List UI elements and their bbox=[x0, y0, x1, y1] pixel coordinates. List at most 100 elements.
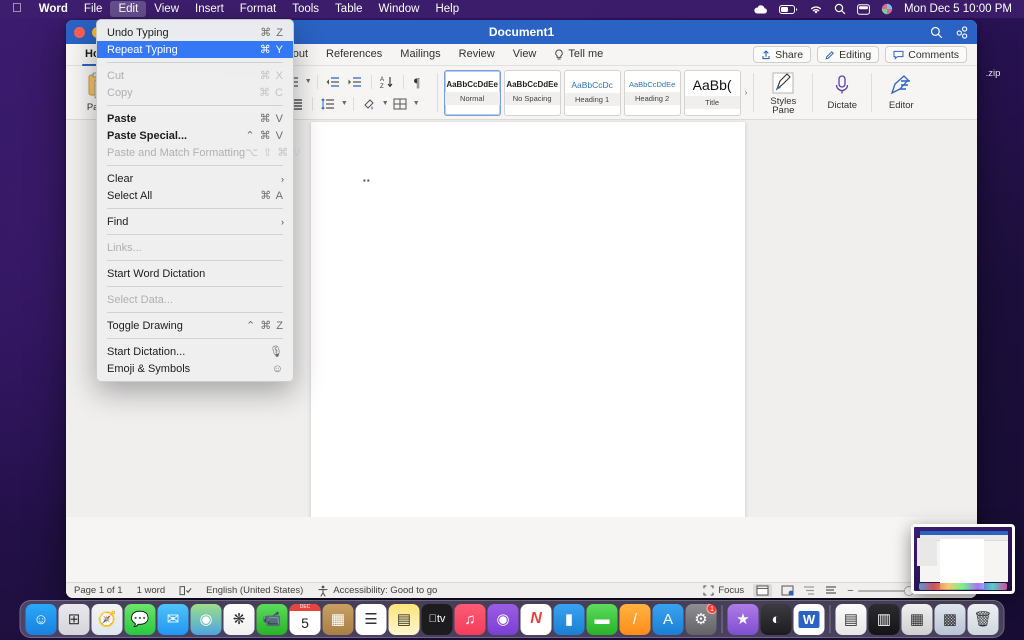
menu-help[interactable]: Help bbox=[427, 1, 467, 17]
menu-table[interactable]: Table bbox=[327, 1, 371, 17]
control-center-icon[interactable] bbox=[857, 3, 870, 15]
styles-chevron-right-icon[interactable]: › bbox=[745, 88, 748, 97]
menu-window[interactable]: Window bbox=[371, 1, 428, 17]
menu-item-start-dictation[interactable]: Start Dictation... 🎙 bbox=[97, 343, 293, 360]
menu-bar-clock[interactable]: Mon Dec 5 10:00 PM bbox=[904, 3, 1012, 15]
dock-item-music[interactable]: ♫ bbox=[454, 603, 486, 635]
menu-item-start-word-dictation[interactable]: Start Word Dictation bbox=[97, 265, 293, 282]
dock-item-quicktime-player[interactable]: ◐ bbox=[760, 603, 792, 635]
language-indicator[interactable]: English (United States) bbox=[206, 585, 303, 596]
proofing-icon[interactable] bbox=[179, 585, 192, 596]
close-button[interactable] bbox=[74, 26, 85, 38]
dock-item-news[interactable]: N bbox=[520, 603, 552, 635]
menu-item-select-all[interactable]: Select All ⌘ A bbox=[97, 187, 293, 204]
comments-button[interactable]: Comments bbox=[885, 46, 967, 63]
dock-item-document-file[interactable]: ▤ bbox=[835, 603, 867, 635]
collaborate-icon[interactable] bbox=[955, 25, 969, 39]
sort-az-icon[interactable]: AZ bbox=[377, 72, 398, 92]
screenshot-preview-thumbnail[interactable] bbox=[911, 524, 1015, 594]
style-no-spacing[interactable]: AaBbCcDdEe No Spacing bbox=[503, 69, 561, 116]
styles-pane-button[interactable]: Styles Pane bbox=[761, 68, 805, 118]
wifi-icon[interactable] bbox=[809, 4, 823, 15]
borders-chevron-down-icon[interactable]: ▼ bbox=[413, 100, 420, 107]
dock-item-messages[interactable]: 💬 bbox=[124, 603, 156, 635]
dock-item-contacts[interactable]: ▦ bbox=[322, 603, 354, 635]
tab-references[interactable]: References bbox=[317, 44, 391, 66]
draft-view-icon[interactable] bbox=[825, 585, 838, 596]
dock-item-safari[interactable]: 🧭 bbox=[91, 603, 123, 635]
word-count[interactable]: 1 word bbox=[137, 585, 166, 596]
zoom-out-icon[interactable]: − bbox=[847, 585, 853, 597]
dock-item-calendar[interactable]: DEC 5 bbox=[289, 603, 321, 635]
dock-item-pages[interactable]: / bbox=[619, 603, 651, 635]
tab-mailings[interactable]: Mailings bbox=[391, 44, 449, 66]
tab-view[interactable]: View bbox=[504, 44, 546, 66]
menu-item-toggle-drawing[interactable]: Toggle Drawing ⌃ ⌘ Z bbox=[97, 317, 293, 334]
dock-item-system-settings[interactable]: ⚙ 1 bbox=[685, 603, 717, 635]
tab-tell-me[interactable]: Tell me bbox=[545, 44, 612, 66]
menu-tools[interactable]: Tools bbox=[284, 1, 327, 17]
editing-button[interactable]: Editing bbox=[817, 46, 880, 63]
dock-item-keynote[interactable]: ▮ bbox=[553, 603, 585, 635]
menu-word[interactable]: Word bbox=[31, 1, 76, 17]
dock-item-launchpad[interactable]: ⊞ bbox=[58, 603, 90, 635]
outline-view-icon[interactable] bbox=[803, 585, 816, 596]
menu-insert[interactable]: Insert bbox=[187, 1, 232, 17]
menu-item-find[interactable]: Find › bbox=[97, 213, 293, 230]
print-layout-view-icon[interactable] bbox=[753, 584, 773, 597]
dock-item-numbers[interactable]: ▬ bbox=[586, 603, 618, 635]
dock-item-podcasts[interactable]: ◉ bbox=[487, 603, 519, 635]
borders-icon[interactable] bbox=[390, 94, 411, 114]
menu-format[interactable]: Format bbox=[232, 1, 284, 17]
style-title[interactable]: AaBb( Title bbox=[683, 69, 741, 116]
line-spacing-chevron-down-icon[interactable]: ▼ bbox=[341, 100, 348, 107]
menu-item-repeat-typing[interactable]: Repeat Typing ⌘ Y bbox=[97, 41, 293, 58]
menu-item-undo-typing[interactable]: Undo Typing ⌘ Z bbox=[97, 24, 293, 41]
menu-edit[interactable]: Edit bbox=[110, 1, 147, 17]
line-spacing-icon[interactable] bbox=[318, 94, 339, 114]
dock-item-facetime[interactable]: 📹 bbox=[256, 603, 288, 635]
menu-item-paste-special[interactable]: Paste Special... ⌃ ⌘ V bbox=[97, 127, 293, 144]
share-button[interactable]: Share bbox=[753, 46, 812, 63]
dock-item-screenshots-stack[interactable]: ▩ bbox=[934, 603, 966, 635]
menu-item-clear[interactable]: Clear › bbox=[97, 170, 293, 187]
apple-logo-icon[interactable]:  bbox=[6, 1, 31, 17]
menu-file[interactable]: File bbox=[76, 1, 111, 17]
shading-icon[interactable] bbox=[359, 94, 380, 114]
shading-chevron-down-icon[interactable]: ▼ bbox=[382, 100, 389, 107]
spotlight-search-icon[interactable] bbox=[834, 3, 846, 15]
focus-label[interactable]: Focus bbox=[718, 585, 744, 596]
menu-view[interactable]: View bbox=[146, 1, 187, 17]
dock-item-microsoft-word[interactable]: W bbox=[793, 603, 825, 635]
decrease-indent-icon[interactable] bbox=[323, 72, 344, 92]
dictate-button[interactable]: Dictate bbox=[820, 68, 864, 118]
dock-item-photos[interactable]: ❋ bbox=[223, 603, 255, 635]
cloud-icon[interactable] bbox=[753, 4, 768, 15]
paragraph-marks-icon[interactable]: ¶ bbox=[409, 72, 430, 92]
multilevel-chevron-down-icon[interactable]: ▼ bbox=[305, 78, 312, 85]
increase-indent-icon[interactable] bbox=[345, 72, 366, 92]
dock-item-trash[interactable]: 🗑 bbox=[967, 603, 999, 635]
search-icon[interactable] bbox=[930, 26, 943, 39]
style-heading-2[interactable]: AaBbCcDdEe Heading 2 bbox=[623, 69, 681, 116]
dock-item-downloads-stack[interactable]: ▥ bbox=[868, 603, 900, 635]
page-count[interactable]: Page 1 of 1 bbox=[74, 585, 123, 596]
dock-item-folder-stack[interactable]: ▦ bbox=[901, 603, 933, 635]
menu-item-paste[interactable]: Paste ⌘ V bbox=[97, 110, 293, 127]
dock-item-finder[interactable]: ☺ bbox=[25, 603, 57, 635]
dock-item-mail[interactable]: ✉ bbox=[157, 603, 189, 635]
web-layout-view-icon[interactable] bbox=[781, 585, 794, 596]
document-page[interactable]: ▪▪ bbox=[311, 122, 745, 517]
battery-icon[interactable] bbox=[778, 4, 798, 15]
editor-button[interactable]: Editor bbox=[879, 68, 923, 118]
siri-icon[interactable] bbox=[881, 3, 893, 15]
dock-item-notes[interactable]: ▤ bbox=[388, 603, 420, 635]
tab-review[interactable]: Review bbox=[450, 44, 504, 66]
accessibility-status[interactable]: Accessibility: Good to go bbox=[333, 585, 437, 596]
style-heading-1[interactable]: AaBbCcDc Heading 1 bbox=[563, 69, 621, 116]
dock-item-photo-booth[interactable]: ★ bbox=[727, 603, 759, 635]
dock-item-app-store[interactable]: A bbox=[652, 603, 684, 635]
dock-item-maps[interactable]: ◉ bbox=[190, 603, 222, 635]
menu-item-emoji-and-symbols[interactable]: Emoji & Symbols ☺ bbox=[97, 360, 293, 377]
dock-item-apple-tv[interactable]: tv bbox=[421, 603, 453, 635]
